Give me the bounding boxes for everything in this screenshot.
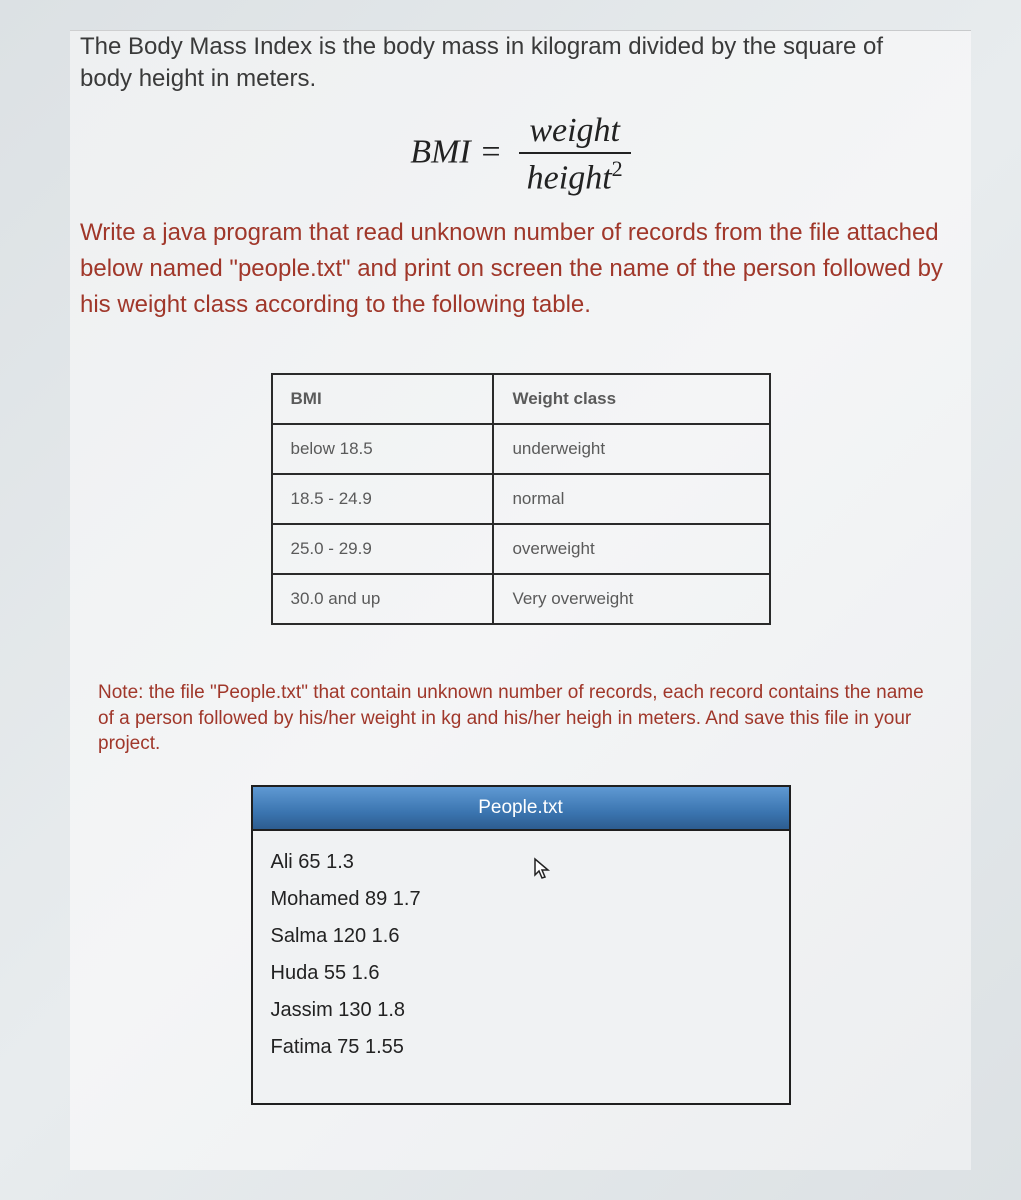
prompt-text: Write a java program that read unknown n…	[70, 215, 971, 323]
document-page: The Body Mass Index is the body mass in …	[70, 30, 971, 1170]
file-line: Huda 55 1.6	[271, 962, 771, 985]
note-text: Note: the file "People.txt" that contain…	[70, 680, 971, 757]
table-row: 25.0 - 29.9 overweight	[272, 524, 770, 574]
file-body: Ali 65 1.3 Mohamed 89 1.7 Salma 120 1.6 …	[253, 831, 789, 1103]
formula-numerator: weight	[519, 112, 631, 154]
table-cell: normal	[493, 474, 769, 524]
file-line: Mohamed 89 1.7	[271, 888, 771, 911]
cursor-icon	[533, 857, 553, 888]
table-header-bmi: BMI	[272, 374, 494, 424]
intro-text: The Body Mass Index is the body mass in …	[70, 31, 971, 104]
file-title: People.txt	[253, 787, 789, 831]
file-line: Ali 65 1.3	[271, 851, 771, 874]
table-row: below 18.5 underweight	[272, 424, 770, 474]
table-cell: Very overweight	[493, 574, 769, 624]
formula-denominator: height2	[519, 154, 631, 197]
formula-lhs: BMI	[410, 133, 470, 170]
table-row: 18.5 - 24.9 normal	[272, 474, 770, 524]
table-cell: 30.0 and up	[272, 574, 494, 624]
bmi-table: BMI Weight class below 18.5 underweight …	[271, 373, 771, 625]
formula-eq: =	[479, 133, 502, 170]
table-header-row: BMI Weight class	[272, 374, 770, 424]
formula-den-exp: 2	[612, 156, 623, 181]
file-line: Fatima 75 1.55	[271, 1036, 771, 1059]
file-line: Salma 120 1.6	[271, 925, 771, 948]
table-cell: 18.5 - 24.9	[272, 474, 494, 524]
table-cell: underweight	[493, 424, 769, 474]
table-cell: 25.0 - 29.9	[272, 524, 494, 574]
formula-den-base: height	[527, 159, 612, 196]
table-cell: overweight	[493, 524, 769, 574]
formula-fraction: weight height2	[519, 112, 631, 197]
bmi-formula: BMI = weight height2	[70, 112, 971, 197]
table-cell: below 18.5	[272, 424, 494, 474]
table-row: 30.0 and up Very overweight	[272, 574, 770, 624]
file-attachment: People.txt Ali 65 1.3 Mohamed 89 1.7 Sal…	[251, 785, 791, 1105]
table-header-class: Weight class	[493, 374, 769, 424]
file-line: Jassim 130 1.8	[271, 999, 771, 1022]
